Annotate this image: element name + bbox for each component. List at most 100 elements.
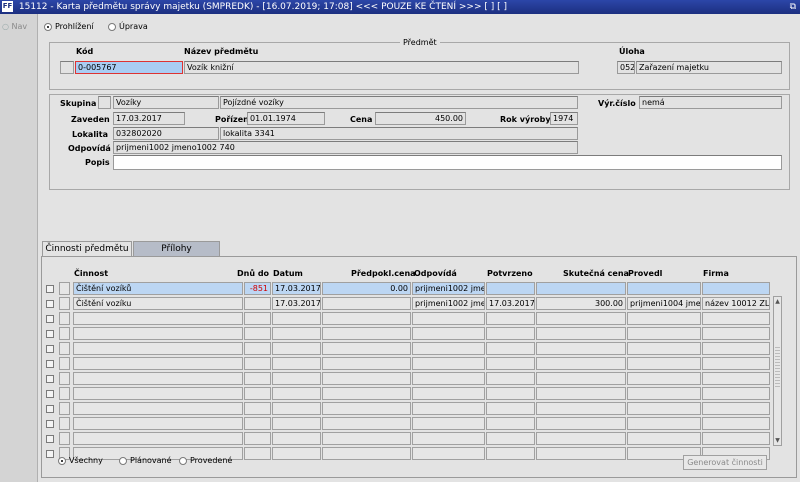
cell-odpovida[interactable]: [412, 342, 485, 355]
cell-potvrzeno[interactable]: [486, 327, 535, 340]
cell-predpokl-cena[interactable]: [322, 357, 411, 370]
cell-firma[interactable]: [702, 372, 770, 385]
cell-odpovida[interactable]: prijmeni1002 jmeno: [412, 282, 485, 295]
cell-skutecna-cena[interactable]: [536, 432, 626, 445]
cell-datum[interactable]: 17.03.2017: [272, 282, 321, 295]
cell-predpokl-cena[interactable]: [322, 432, 411, 445]
nazev-field[interactable]: Vozík knižní: [184, 61, 579, 74]
cell-predpokl-cena[interactable]: 0.00: [322, 282, 411, 295]
cell-dnu-do[interactable]: [244, 342, 271, 355]
cell-potvrzeno[interactable]: [486, 432, 535, 445]
cell-provedl[interactable]: [627, 312, 701, 325]
cell-dnu-do[interactable]: [244, 387, 271, 400]
cell-odpovida[interactable]: [412, 312, 485, 325]
cell-cinnost[interactable]: [73, 327, 243, 340]
cell-provedl[interactable]: [627, 372, 701, 385]
cell-dnu-do[interactable]: [244, 417, 271, 430]
cell-datum[interactable]: [272, 432, 321, 445]
grid-vertical-scrollbar[interactable]: ▲ ▼: [773, 296, 782, 446]
cell-firma[interactable]: [702, 327, 770, 340]
row-header[interactable]: [59, 342, 70, 355]
cell-firma[interactable]: [702, 432, 770, 445]
cell-skutecna-cena[interactable]: [536, 327, 626, 340]
cell-datum[interactable]: 17.03.2017: [272, 297, 321, 310]
cell-provedl[interactable]: [627, 327, 701, 340]
cell-provedl[interactable]: [627, 387, 701, 400]
cell-skutecna-cena[interactable]: [536, 372, 626, 385]
vyr-cislo-field[interactable]: nemá: [639, 96, 782, 109]
cell-cinnost[interactable]: [73, 402, 243, 415]
cell-skutecna-cena[interactable]: [536, 387, 626, 400]
cell-potvrzeno[interactable]: [486, 447, 535, 460]
row-header[interactable]: [59, 402, 70, 415]
filter-all-radio[interactable]: Všechny: [58, 456, 103, 465]
cell-provedl[interactable]: [627, 357, 701, 370]
cell-datum[interactable]: [272, 342, 321, 355]
zaveden-field[interactable]: 17.03.2017: [113, 112, 185, 125]
row-checkbox[interactable]: [46, 435, 54, 443]
lokalita-code-field[interactable]: 032802020: [113, 127, 219, 140]
row-checkbox[interactable]: [46, 390, 54, 398]
uloha-field[interactable]: Zařazení majetku: [636, 61, 782, 74]
tab-prilohy[interactable]: Přílohy: [133, 241, 220, 257]
odpovida-field[interactable]: prijmeni1002 jmeno1002 740: [113, 141, 578, 154]
cell-cinnost[interactable]: [73, 417, 243, 430]
cell-cinnost[interactable]: [73, 387, 243, 400]
cell-datum[interactable]: [272, 372, 321, 385]
generate-activities-button[interactable]: Generovat činnosti: [683, 455, 767, 470]
scroll-grip[interactable]: [775, 347, 780, 387]
cell-provedl[interactable]: [627, 342, 701, 355]
cell-firma[interactable]: název 10012 ZLÍ: [702, 297, 770, 310]
uloha-code-field[interactable]: 052: [617, 61, 635, 74]
cell-provedl[interactable]: prijmeni1004 jmeno1: [627, 297, 701, 310]
cell-skutecna-cena[interactable]: [536, 447, 626, 460]
tab-cinnosti[interactable]: Činnosti předmětu: [42, 241, 132, 257]
cell-predpokl-cena[interactable]: [322, 327, 411, 340]
mode-view-radio[interactable]: Prohlížení: [44, 22, 94, 31]
cell-odpovida[interactable]: [412, 327, 485, 340]
radio-view-indicator[interactable]: [44, 22, 52, 31]
cell-firma[interactable]: [702, 402, 770, 415]
cell-dnu-do[interactable]: [244, 402, 271, 415]
cell-odpovida[interactable]: [412, 402, 485, 415]
cell-cinnost[interactable]: [73, 312, 243, 325]
cell-datum[interactable]: [272, 312, 321, 325]
cell-dnu-do[interactable]: [244, 297, 271, 310]
row-header[interactable]: [59, 372, 70, 385]
cell-potvrzeno[interactable]: [486, 417, 535, 430]
cell-predpokl-cena[interactable]: [322, 387, 411, 400]
cell-skutecna-cena[interactable]: 300.00: [536, 297, 626, 310]
cell-potvrzeno[interactable]: [486, 357, 535, 370]
row-checkbox[interactable]: [46, 300, 54, 308]
lokalita-desc-field[interactable]: lokalita 3341: [220, 127, 578, 140]
cell-firma[interactable]: [702, 417, 770, 430]
cell-provedl[interactable]: [627, 402, 701, 415]
row-checkbox[interactable]: [46, 315, 54, 323]
skupina-field[interactable]: Vozíky: [113, 96, 219, 109]
cell-datum[interactable]: [272, 447, 321, 460]
row-checkbox[interactable]: [46, 285, 54, 293]
cell-dnu-do[interactable]: [244, 432, 271, 445]
cell-potvrzeno[interactable]: [486, 342, 535, 355]
cell-potvrzeno[interactable]: [486, 312, 535, 325]
cell-dnu-do[interactable]: [244, 372, 271, 385]
cell-potvrzeno[interactable]: 17.03.2017: [486, 297, 535, 310]
cell-dnu-do[interactable]: -851: [244, 282, 271, 295]
cell-provedl[interactable]: [627, 282, 701, 295]
row-checkbox[interactable]: [46, 420, 54, 428]
cell-predpokl-cena[interactable]: [322, 417, 411, 430]
cell-dnu-do[interactable]: [244, 312, 271, 325]
cell-odpovida[interactable]: [412, 357, 485, 370]
cell-datum[interactable]: [272, 417, 321, 430]
nav-item[interactable]: ○ Nav: [2, 22, 27, 31]
cell-potvrzeno[interactable]: [486, 282, 535, 295]
filter-planned-radio[interactable]: Plánované: [119, 456, 172, 465]
cell-cinnost[interactable]: [73, 357, 243, 370]
cell-potvrzeno[interactable]: [486, 372, 535, 385]
kod-field[interactable]: 0-005767: [75, 61, 183, 74]
cell-predpokl-cena[interactable]: [322, 297, 411, 310]
cell-predpokl-cena[interactable]: [322, 372, 411, 385]
cell-provedl[interactable]: [627, 432, 701, 445]
rok-vyroby-field[interactable]: 1974: [550, 112, 578, 125]
filter-done-radio[interactable]: Provedené: [179, 456, 232, 465]
